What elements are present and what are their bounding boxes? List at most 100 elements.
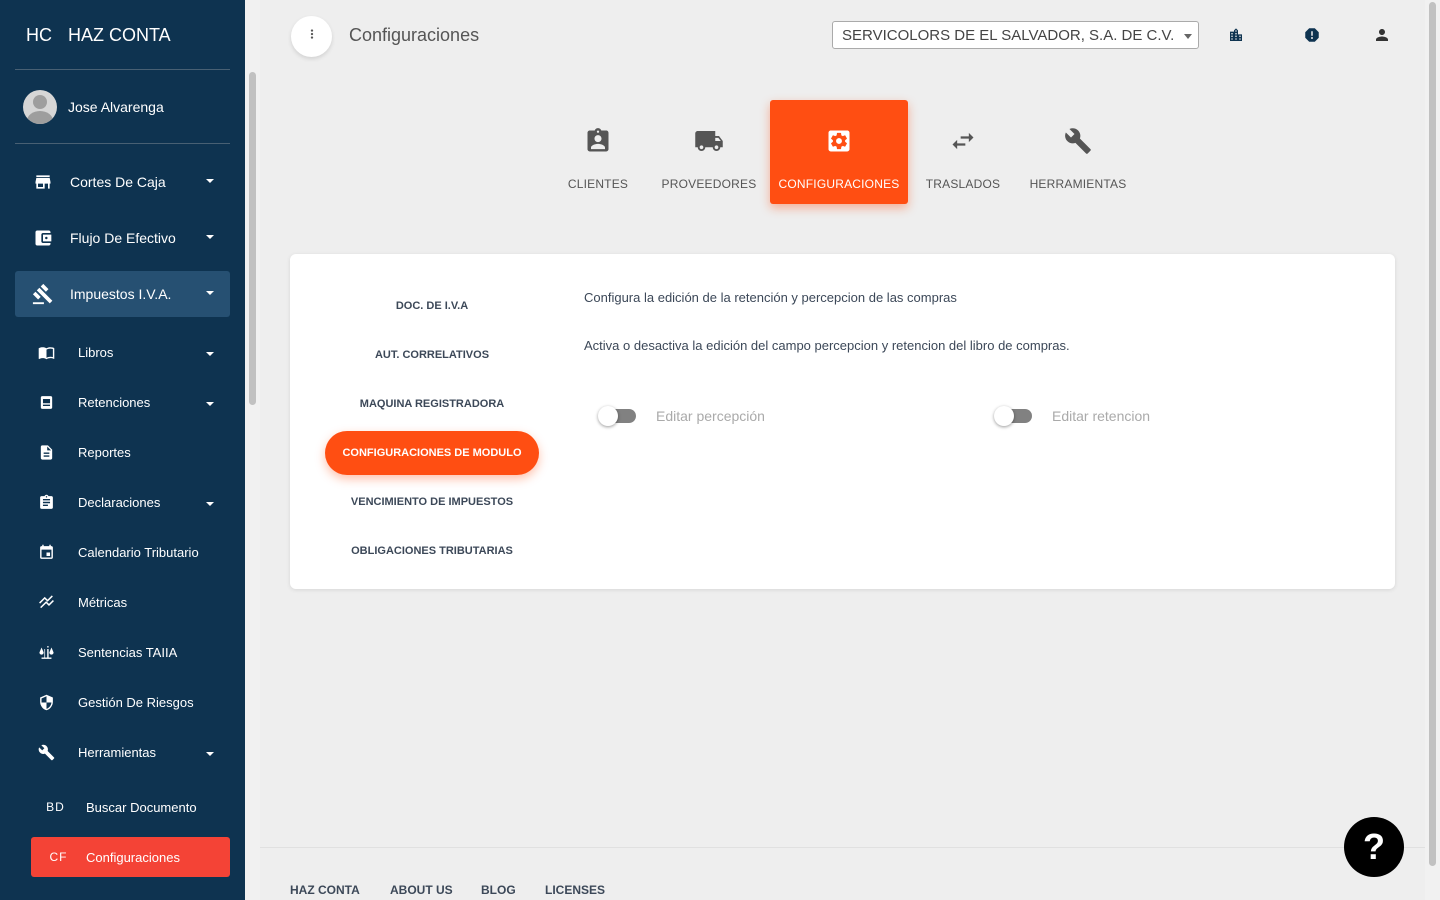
sidebar-item-label: Configuraciones <box>86 849 180 865</box>
footer-link-licenses[interactable]: LICENSES <box>545 883 605 897</box>
receipt-icon <box>15 394 78 411</box>
toggle-knob[interactable] <box>598 406 618 426</box>
divider <box>15 143 230 144</box>
document-icon <box>15 444 78 461</box>
caret-down-icon <box>206 235 214 239</box>
more-vert-icon <box>305 27 319 46</box>
sidebar-item-label: Buscar Documento <box>86 799 197 815</box>
sidebar-item-label: Libros <box>78 344 114 360</box>
tab-proveedores[interactable]: PROVEEDORES <box>660 100 758 204</box>
tab-label: TRASLADOS <box>925 177 1001 191</box>
brand-mini: HC <box>26 24 52 45</box>
brand-logo[interactable]: HC HAZ CONTA <box>26 24 171 46</box>
user-profile[interactable]: Jose Alvarenga <box>23 90 164 124</box>
settings-nav-maquina-registradora[interactable]: MAQUINA REGISTRADORA <box>325 382 539 426</box>
sidebar-item-calendario-tributario[interactable]: Calendario Tributario <box>15 532 230 572</box>
wrench-icon <box>15 744 78 761</box>
caret-down-icon <box>206 752 214 756</box>
alert-icon[interactable] <box>1302 25 1322 45</box>
sidebar-item-flujo-de-efectivo[interactable]: Flujo De Efectivo <box>15 215 230 261</box>
sidebar-scrollbar[interactable] <box>245 0 260 900</box>
truck-icon <box>694 125 724 157</box>
shield-icon <box>15 694 78 711</box>
settings-nav-aut-correlativos[interactable]: AUT. CORRELATIVOS <box>325 333 539 377</box>
company-select[interactable]: SERVICOLORS DE EL SALVADOR, S.A. DE C.V. <box>832 21 1199 49</box>
toggle-track[interactable] <box>994 406 1032 426</box>
tab-label: CONFIGURACIONES <box>778 177 900 191</box>
swap-icon <box>949 125 977 157</box>
user-name: Jose Alvarenga <box>68 99 164 115</box>
toggle-editar-retencion[interactable]: Editar retencion <box>994 406 1151 426</box>
tab-clientes[interactable]: CLIENTES <box>558 100 638 204</box>
settings-icon <box>825 125 853 157</box>
settings-nav-doc-iva[interactable]: DOC. DE I.V.A <box>325 284 539 328</box>
chart-icon <box>15 594 78 611</box>
footer-link-haz-conta[interactable]: HAZ CONTA <box>290 883 360 897</box>
balance-icon <box>15 644 78 661</box>
main-scrollbar[interactable] <box>1425 0 1440 900</box>
settings-nav-vencimiento-de-impuestos[interactable]: VENCIMIENTO DE IMPUESTOS <box>325 480 539 524</box>
sidebar-item-cortes-de-caja[interactable]: Cortes De Caja <box>15 159 230 205</box>
caret-down-icon <box>206 179 214 183</box>
caret-down-icon <box>206 291 214 295</box>
sidebar-item-configuraciones[interactable]: CF Configuraciones <box>31 837 230 877</box>
tab-label: CLIENTES <box>567 177 629 191</box>
sidebar-item-label: Cortes De Caja <box>70 174 166 190</box>
sidebar-item-sentencias-taiia[interactable]: Sentencias TAIIA <box>15 632 230 672</box>
sidebar-item-label: Impuestos I.V.A. <box>70 286 172 302</box>
sidebar-item-label: Gestión De Riesgos <box>78 694 194 710</box>
toggle-label: Editar percepción <box>656 408 765 424</box>
toggle-editar-percepcion[interactable]: Editar percepción <box>598 406 765 426</box>
divider <box>15 69 230 70</box>
item-abbr: CF <box>49 850 68 864</box>
sidebar-item-impuestos-iva[interactable]: Impuestos I.V.A. <box>15 271 230 317</box>
tab-label: HERRAMIENTAS <box>1029 177 1127 191</box>
store-icon <box>15 172 70 192</box>
caret-down-icon <box>206 502 214 506</box>
sidebar-item-retenciones[interactable]: Retenciones <box>15 382 230 422</box>
tab-configuraciones[interactable]: CONFIGURACIONES <box>770 100 908 204</box>
brand-name: HAZ CONTA <box>68 24 171 45</box>
caret-down-icon <box>206 352 214 356</box>
more-menu-button[interactable] <box>291 16 332 57</box>
sidebar-item-label: Retenciones <box>78 394 151 410</box>
tab-traslados[interactable]: TRASLADOS <box>920 100 1006 204</box>
footer-link-blog[interactable]: BLOG <box>481 883 516 897</box>
sidebar-item-label: Métricas <box>78 594 128 610</box>
building-icon[interactable] <box>1226 25 1246 45</box>
sidebar-item-buscar-documento[interactable]: BD Buscar Documento <box>15 787 230 827</box>
settings-nav-configuraciones-de-modulo[interactable]: CONFIGURACIONES DE MODULO <box>325 431 539 475</box>
tab-herramientas[interactable]: HERRAMIENTAS <box>1026 100 1130 204</box>
footer-link-about-us[interactable]: ABOUT US <box>390 883 453 897</box>
avatar <box>23 90 57 124</box>
tab-label: PROVEEDORES <box>661 177 757 191</box>
gavel-icon <box>15 283 70 305</box>
footer-divider <box>260 847 1425 848</box>
sidebar-item-gestion-de-riesgos[interactable]: Gestión De Riesgos <box>15 682 230 722</box>
sidebar-item-herramientas[interactable]: Herramientas <box>15 732 230 772</box>
toggle-track[interactable] <box>598 406 636 426</box>
company-select-value: SERVICOLORS DE EL SALVADOR, S.A. DE C.V. <box>842 27 1175 44</box>
sidebar-item-metricas[interactable]: Métricas <box>15 582 230 622</box>
settings-heading: Configura la edición de la retención y p… <box>584 290 957 305</box>
item-abbr: BD <box>46 800 65 814</box>
wallet-icon <box>15 228 70 248</box>
scrollbar-thumb[interactable] <box>249 72 256 405</box>
clipboard-icon <box>15 494 78 511</box>
sidebar-item-reportes[interactable]: Reportes <box>15 432 230 472</box>
sidebar-content: HC HAZ CONTA Jose Alvarenga Cortes De Ca… <box>0 0 245 900</box>
sidebar-item-label: Sentencias TAIIA <box>78 644 178 660</box>
sidebar-item-declaraciones[interactable]: Declaraciones <box>15 482 230 522</box>
settings-card: DOC. DE I.V.A AUT. CORRELATIVOS MAQUINA … <box>290 254 1395 589</box>
help-button[interactable]: ? <box>1344 817 1404 877</box>
toggle-label: Editar retencion <box>1052 408 1151 424</box>
sidebar-item-label: Herramientas <box>78 744 157 760</box>
settings-nav-obligaciones-tributarias[interactable]: OBLIGACIONES TRIBUTARIAS <box>325 529 539 573</box>
scrollbar-thumb[interactable] <box>1429 2 1436 866</box>
sidebar-item-libros[interactable]: Libros <box>15 332 230 372</box>
calendar-icon <box>15 544 78 561</box>
sidebar-item-label: Declaraciones <box>78 494 161 510</box>
toggle-knob[interactable] <box>994 406 1014 426</box>
account-icon[interactable] <box>1372 25 1392 45</box>
sidebar-item-label: Flujo De Efectivo <box>70 230 176 246</box>
